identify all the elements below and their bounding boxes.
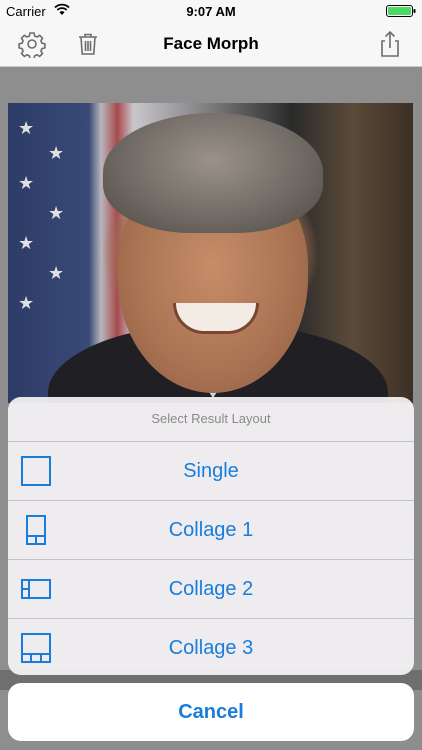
option-single[interactable]: Single	[8, 442, 414, 501]
option-collage-1[interactable]: Collage 1	[8, 501, 414, 560]
option-collage-1-label: Collage 1	[168, 519, 254, 541]
page-title: Face Morph	[163, 34, 259, 53]
option-collage-2-label: Collage 2	[168, 578, 254, 600]
cancel-button[interactable]: Cancel	[8, 683, 414, 741]
action-sheet: Select Result Layout Single Collage 1 Co…	[8, 397, 414, 675]
battery-icon	[386, 5, 416, 17]
navigation-bar: Face Morph	[0, 22, 422, 67]
clock: 9:07 AM	[186, 4, 236, 19]
share-icon[interactable]	[376, 30, 404, 58]
option-single-label: Single	[183, 460, 239, 482]
option-collage-3[interactable]: Collage 3	[8, 619, 414, 675]
portrait-photo: ★ ★ ★ ★ ★ ★ ★	[8, 103, 413, 403]
option-collage-2[interactable]: Collage 2	[8, 560, 414, 619]
action-sheet-title: Select Result Layout	[8, 397, 414, 442]
status-bar: Carrier 9:07 AM	[0, 0, 422, 22]
option-collage-3-label: Collage 3	[168, 637, 254, 659]
